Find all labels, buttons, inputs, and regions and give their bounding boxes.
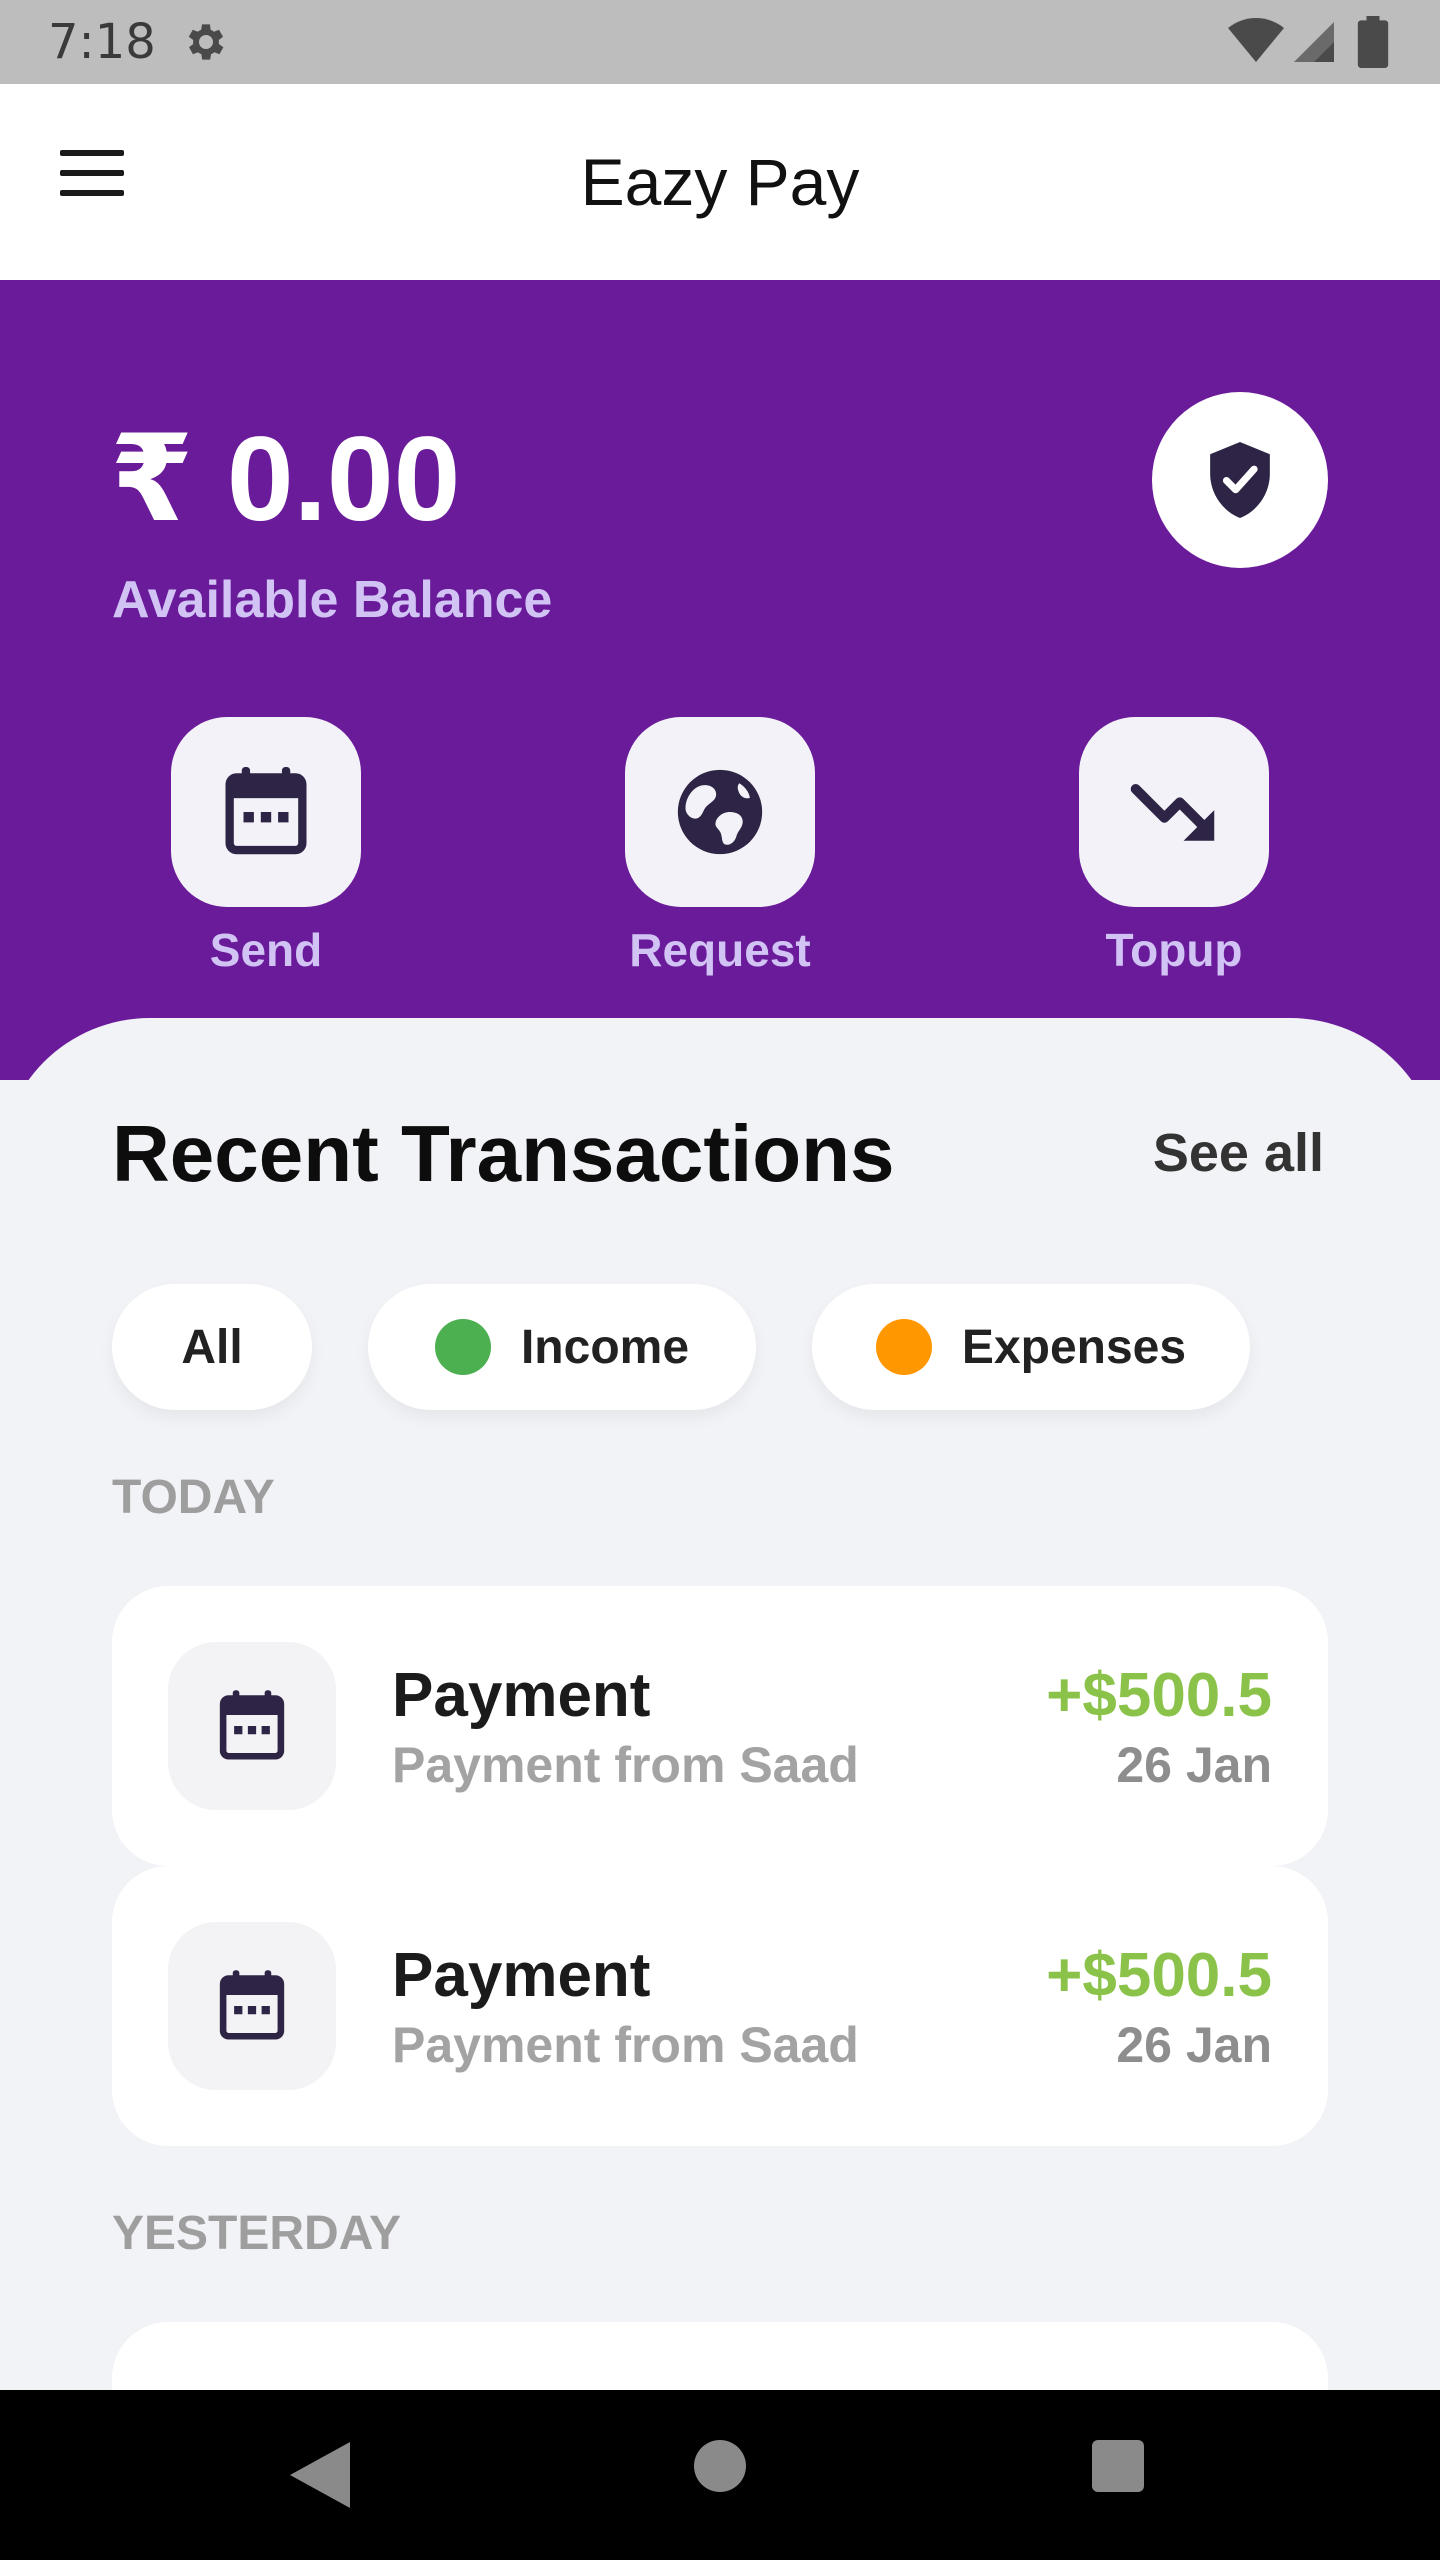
transaction-subtitle: Payment from Saad	[392, 2017, 859, 2073]
topup-button[interactable]: Topup	[1079, 717, 1269, 977]
transaction-date: 26 Jan	[1116, 2017, 1272, 2073]
transaction-amount: +$500.5	[1046, 1941, 1272, 2010]
filter-chip-income[interactable]: Income	[368, 1284, 756, 1410]
calendar-icon	[219, 1690, 285, 1760]
filter-chip-label: All	[181, 1320, 243, 1374]
globe-icon	[677, 769, 763, 855]
topup-label: Topup	[1105, 924, 1243, 976]
transaction-icon-box	[168, 1642, 336, 1810]
calendar-icon	[225, 767, 307, 855]
balance-label: Available Balance	[112, 571, 553, 629]
transactions-sheet: Recent Transactions See all All Income E…	[0, 1018, 1440, 2390]
balance-amount: ₹ 0.00	[110, 412, 461, 546]
transaction-row-partial[interactable]	[112, 2322, 1328, 2390]
transaction-subtitle: Payment from Saad	[392, 1737, 859, 1793]
status-bar: 7:18	[0, 0, 1440, 84]
transaction-title: Payment	[392, 1661, 651, 1730]
transaction-title: Payment	[392, 1941, 651, 2010]
verified-shield-icon	[1210, 442, 1270, 518]
transaction-row[interactable]: Payment Payment from Saad +$500.5 26 Jan	[112, 1866, 1328, 2146]
battery-icon	[1357, 16, 1389, 68]
screen: 7:18 Eazy Pay ₹ 0.00 Available Balance S…	[0, 0, 1440, 2560]
transaction-row[interactable]: Payment Payment from Saad +$500.5 26 Jan	[112, 1586, 1328, 1866]
send-icon-box	[171, 717, 361, 907]
transaction-icon-box	[168, 1922, 336, 2090]
filter-chip-expenses[interactable]: Expenses	[812, 1284, 1250, 1410]
balance-header: ₹ 0.00 Available Balance Send Request To…	[0, 280, 1440, 1080]
filter-chip-label: Expenses	[961, 1320, 1187, 1374]
request-icon-box	[625, 717, 815, 907]
app-bar: Eazy Pay	[0, 84, 1440, 280]
group-label-today: TODAY	[112, 1471, 275, 1524]
send-label: Send	[209, 924, 323, 976]
filter-chip-label: Income	[520, 1320, 690, 1374]
section-title: Recent Transactions	[112, 1109, 895, 1198]
calendar-icon	[219, 1970, 285, 2040]
system-nav-bar	[0, 2390, 1440, 2560]
income-dot-icon	[434, 1319, 491, 1375]
topup-icon-box	[1079, 717, 1269, 907]
filter-chip-all[interactable]: All	[112, 1284, 312, 1410]
wifi-icon	[1228, 18, 1284, 62]
transaction-date: 26 Jan	[1116, 1737, 1272, 1793]
security-button[interactable]	[1152, 392, 1328, 568]
home-icon[interactable]	[694, 2440, 746, 2492]
app-title: Eazy Pay	[580, 145, 860, 219]
status-time: 7:18	[48, 14, 156, 70]
trending-down-icon	[1130, 784, 1215, 841]
signal-icon	[1294, 22, 1334, 62]
gear-icon	[188, 24, 224, 60]
back-icon[interactable]	[290, 2442, 350, 2508]
send-button[interactable]: Send	[171, 717, 361, 977]
expenses-dot-icon	[875, 1319, 932, 1375]
request-button[interactable]: Request	[625, 717, 815, 977]
request-label: Request	[629, 924, 811, 976]
group-label-yesterday: YESTERDAY	[112, 2207, 401, 2260]
see-all-link[interactable]: See all	[1153, 1122, 1324, 1184]
transaction-amount: +$500.5	[1046, 1661, 1272, 1730]
recent-apps-icon[interactable]	[1092, 2440, 1144, 2492]
